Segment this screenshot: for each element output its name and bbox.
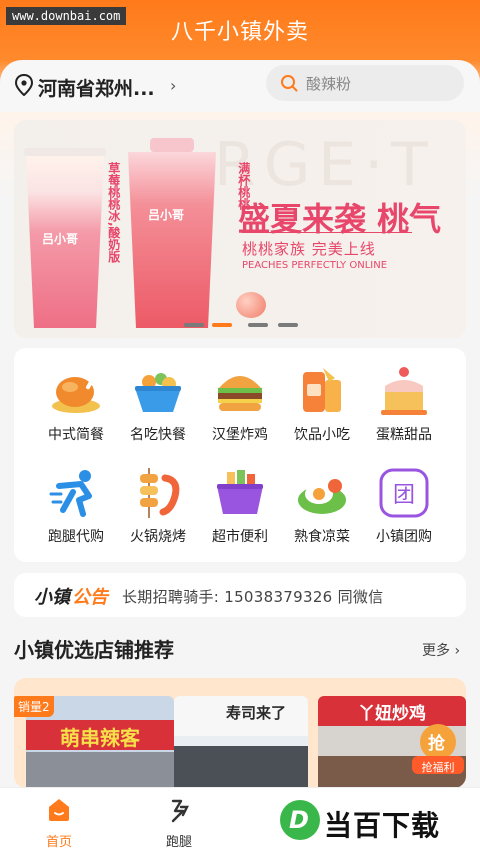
category-supermarket[interactable]: 超市便利 <box>200 466 280 562</box>
banner-divider <box>242 232 412 233</box>
basket-icon <box>217 470 263 514</box>
more-link[interactable]: 更多 › <box>422 640 460 660</box>
category-hotpot-bbq[interactable]: 火锅烧烤 <box>118 466 198 562</box>
drinks-icon <box>303 368 341 412</box>
category-label: 超市便利 <box>212 529 268 545</box>
category-cake-dessert[interactable]: 蛋糕甜品 <box>364 364 444 460</box>
search-placeholder: 酸辣粉 <box>306 75 352 93</box>
home-icon <box>49 799 69 821</box>
recommended-shops: 萌串辣客 寿司来了 丫妞炒鸡 <box>14 678 466 788</box>
search-input[interactable]: 酸辣粉 <box>266 65 464 101</box>
runner-icon <box>49 470 92 517</box>
category-burger-chicken[interactable]: 汉堡炸鸡 <box>200 364 280 460</box>
category-grid: 中式简餐 名吃快餐 汉堡炸鸡 饮品小吃 蛋糕甜品 跑腿代购 火锅烧烤 超市便利 … <box>14 348 466 562</box>
banner-headline: 盛夏来袭 桃气 <box>238 200 442 238</box>
download-site-logo-text: 当百下载 <box>324 809 441 842</box>
shop-sign-text: 丫妞炒鸡 <box>358 704 426 724</box>
group-buy-glyph: 团 <box>392 483 415 508</box>
announcement-bar[interactable]: 小镇 公告 长期招聘骑手: 15038379326 同微信 <box>14 573 466 617</box>
cup1-brand: 吕小哥 <box>42 232 79 246</box>
egg-plate-icon <box>298 479 346 514</box>
banner-subline: 桃桃家族 完美上线 <box>242 240 376 258</box>
peach-image <box>236 292 266 318</box>
category-label: 熟食凉菜 <box>294 529 350 545</box>
category-errand[interactable]: 跑腿代购 <box>36 466 116 562</box>
announcement-text: 长期招聘骑手: 15038379326 同微信 <box>122 588 384 606</box>
logo-mark-letter: D <box>289 806 309 834</box>
cup1-caption: 草莓桃桃冰,酸奶版 <box>106 162 121 263</box>
peach-drink-cup-image <box>128 138 216 328</box>
category-chinese-meal[interactable]: 中式简餐 <box>36 364 116 460</box>
announcement-tag-town: 小镇 <box>34 587 70 608</box>
banner-dot-1[interactable] <box>184 323 204 327</box>
search-icon <box>281 75 298 92</box>
category-label: 蛋糕甜品 <box>376 427 432 443</box>
category-label: 饮品小吃 <box>294 427 350 443</box>
sales-badge: 销量2 <box>14 696 54 717</box>
download-site-logo-icon: D <box>280 800 320 840</box>
location-pin-icon[interactable] <box>14 74 34 96</box>
errand-icon <box>171 799 189 823</box>
shop-front <box>174 746 308 788</box>
food-bowl-icon <box>135 373 181 412</box>
chevron-right-icon[interactable]: › <box>170 76 176 95</box>
category-label: 小镇团购 <box>376 529 432 545</box>
category-deli-cold-dish[interactable]: 熟食凉菜 <box>282 466 362 562</box>
tab-label: 首页 <box>45 835 72 850</box>
shop-sign-text: 寿司来了 <box>225 704 286 722</box>
skewer-icon <box>140 468 180 518</box>
location-text[interactable]: 河南省郑州... <box>38 74 155 101</box>
category-group-buy[interactable]: 团 小镇团购 <box>364 466 444 562</box>
announcement-tag-notice: 公告 <box>72 587 108 608</box>
category-drinks-snacks[interactable]: 饮品小吃 <box>282 364 362 460</box>
category-label: 汉堡炸鸡 <box>212 427 268 443</box>
shop-sign-text: 萌串辣客 <box>60 726 140 750</box>
grab-glyph: 抢 <box>428 734 445 754</box>
category-label: 跑腿代购 <box>48 529 104 545</box>
grab-welfare-button[interactable]: 抢 抢福利 <box>406 722 466 778</box>
tab-home[interactable]: 首页 <box>14 788 104 853</box>
category-label: 中式简餐 <box>48 427 104 443</box>
category-label: 火锅烧烤 <box>130 529 186 545</box>
category-label: 名吃快餐 <box>130 427 186 443</box>
promo-banner[interactable]: RGE·T 吕小哥 草莓桃桃冰,酸奶版 吕小哥 满杯桃桃 盛夏来袭 桃气 桃桃家… <box>14 120 466 338</box>
cake-icon <box>381 367 427 415</box>
tab-errand[interactable]: 跑腿 <box>134 788 224 853</box>
banner-dot-2[interactable] <box>212 323 232 327</box>
section-title: 小镇优选店铺推荐 <box>14 638 174 662</box>
shop-card-2[interactable]: 寿司来了 <box>174 696 308 788</box>
burger-icon <box>218 376 262 411</box>
category-famous-fastfood[interactable]: 名吃快餐 <box>118 364 198 460</box>
tab-label: 跑腿 <box>165 835 192 850</box>
app-title: 八千小镇外卖 <box>170 20 309 45</box>
cup2-brand: 吕小哥 <box>148 208 185 222</box>
shop-front <box>26 752 174 788</box>
grab-label: 抢福利 <box>421 761 455 774</box>
banner-dot-3[interactable] <box>248 323 268 327</box>
banner-dot-4[interactable] <box>278 323 298 327</box>
roast-chicken-icon <box>52 374 100 413</box>
banner-subline-en: PEACHES PERFECTLY ONLINE <box>242 260 388 271</box>
